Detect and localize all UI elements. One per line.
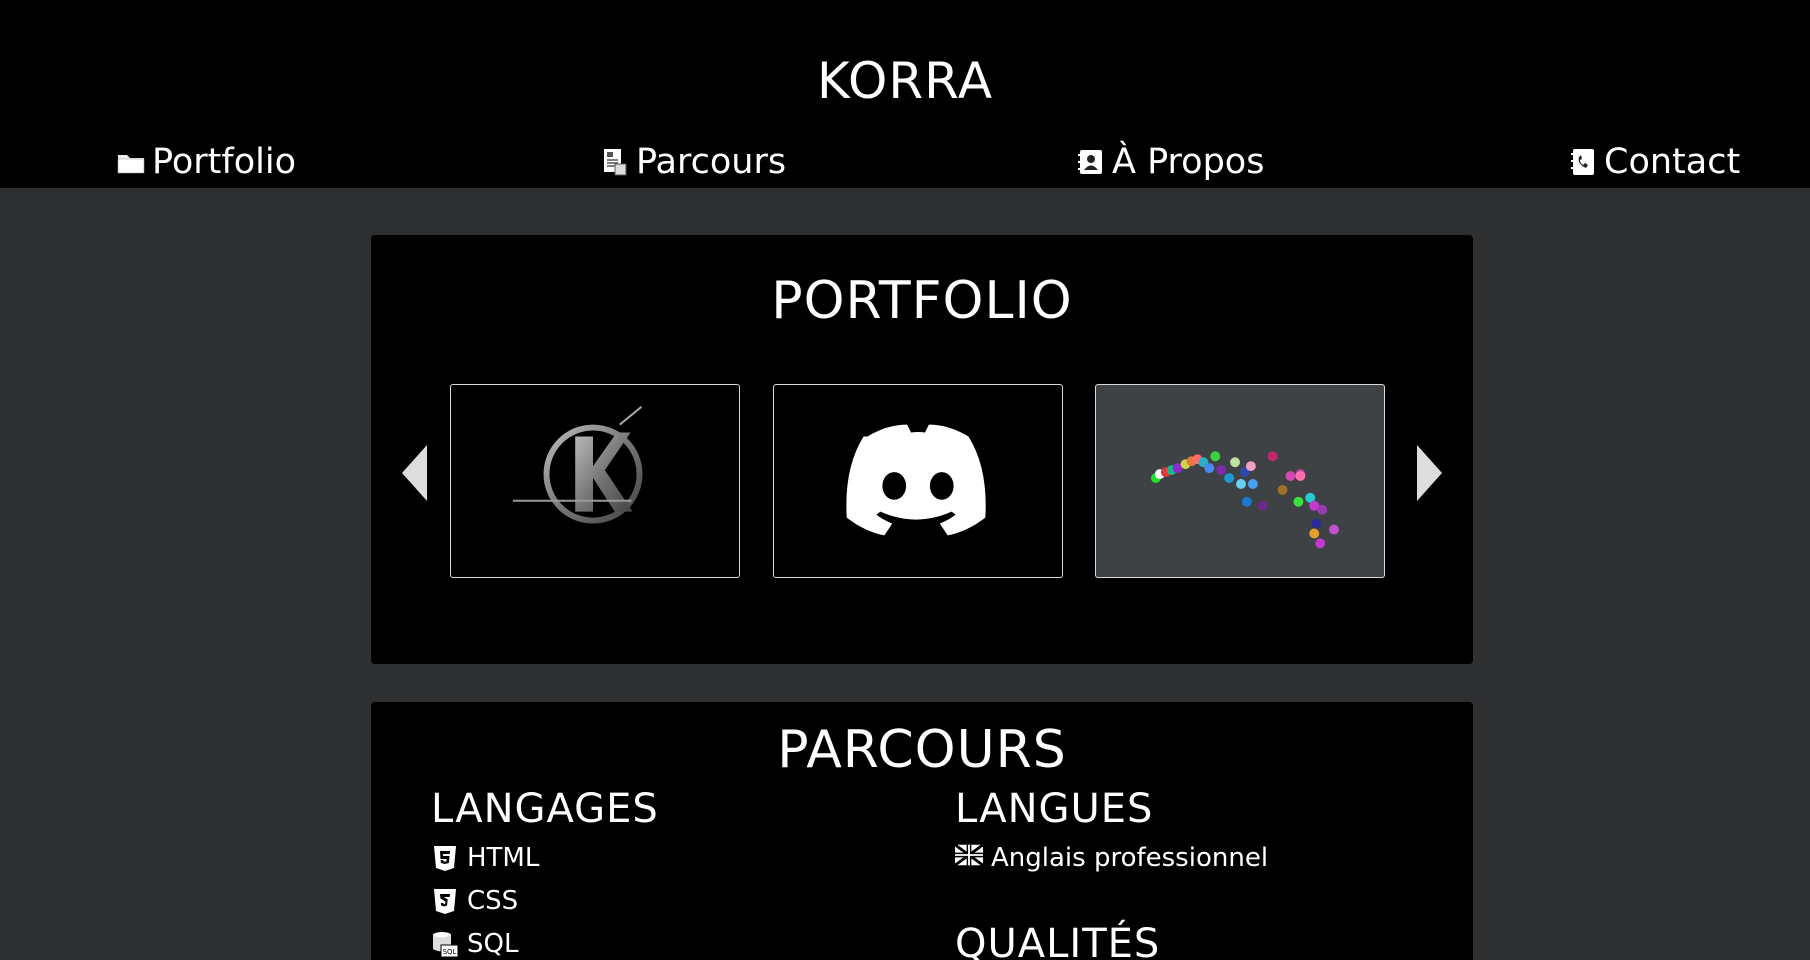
carousel-prev-button[interactable] [402, 445, 427, 501]
discord-logo-icon [846, 424, 986, 536]
langues-column: LANGUES Anglais professionnel QUALITÉS [955, 786, 1268, 960]
skill-css-label: CSS [467, 885, 519, 916]
skill-css: CSS [431, 879, 659, 922]
skill-anglais: Anglais professionnel [955, 836, 1268, 879]
nav-contact[interactable]: Contact [1568, 142, 1740, 182]
skill-html: HTML [431, 836, 659, 879]
phone-book-icon [1568, 147, 1598, 177]
svg-text:SQL: SQL [443, 948, 457, 956]
site-brand: KORRA [816, 52, 994, 110]
site-header: KORRA Portfolio Parcours À Propos Contac… [0, 0, 1810, 188]
nav-contact-label: Contact [1604, 142, 1741, 182]
css3-icon [431, 887, 459, 915]
nav-portfolio-label: Portfolio [152, 142, 296, 182]
folder-icon [116, 147, 146, 177]
particles-preview-icon [1150, 451, 1339, 549]
html5-icon [431, 844, 459, 872]
langues-title: LANGUES [955, 786, 1154, 832]
portfolio-tile-particles[interactable] [1095, 384, 1385, 578]
portfolio-section: PORTFOLIO [371, 235, 1473, 664]
parcours-title: PARCOURS [777, 720, 1067, 780]
nav-apropos[interactable]: À Propos [1076, 142, 1264, 182]
skill-html-label: HTML [467, 842, 540, 873]
nav-apropos-label: À Propos [1112, 142, 1265, 182]
k-logo-icon [512, 406, 643, 524]
nav-portfolio[interactable]: Portfolio [116, 142, 296, 182]
portfolio-tile-discord[interactable] [773, 384, 1063, 578]
qualites-title: QUALITÉS [955, 921, 1161, 960]
carousel-next-button[interactable] [1417, 445, 1442, 501]
skill-sql-label: SQL [467, 928, 519, 959]
document-icon [600, 147, 630, 177]
nav-parcours[interactable]: Parcours [600, 142, 786, 182]
uk-flag-icon [955, 843, 983, 872]
langages-column: LANGAGES HTML CSS SQL SQL [431, 786, 659, 960]
portfolio-title: PORTFOLIO [771, 271, 1073, 331]
contact-card-icon [1076, 147, 1106, 177]
skill-anglais-label: Anglais professionnel [991, 842, 1269, 873]
nav-parcours-label: Parcours [636, 142, 787, 182]
parcours-section: PARCOURS LANGAGES HTML CSS SQL SQL LANGU… [371, 702, 1473, 960]
portfolio-tile-k-logo[interactable] [450, 384, 740, 578]
skill-sql: SQL SQL [431, 922, 659, 960]
database-sql-icon: SQL [431, 930, 459, 958]
langages-title: LANGAGES [431, 786, 659, 832]
